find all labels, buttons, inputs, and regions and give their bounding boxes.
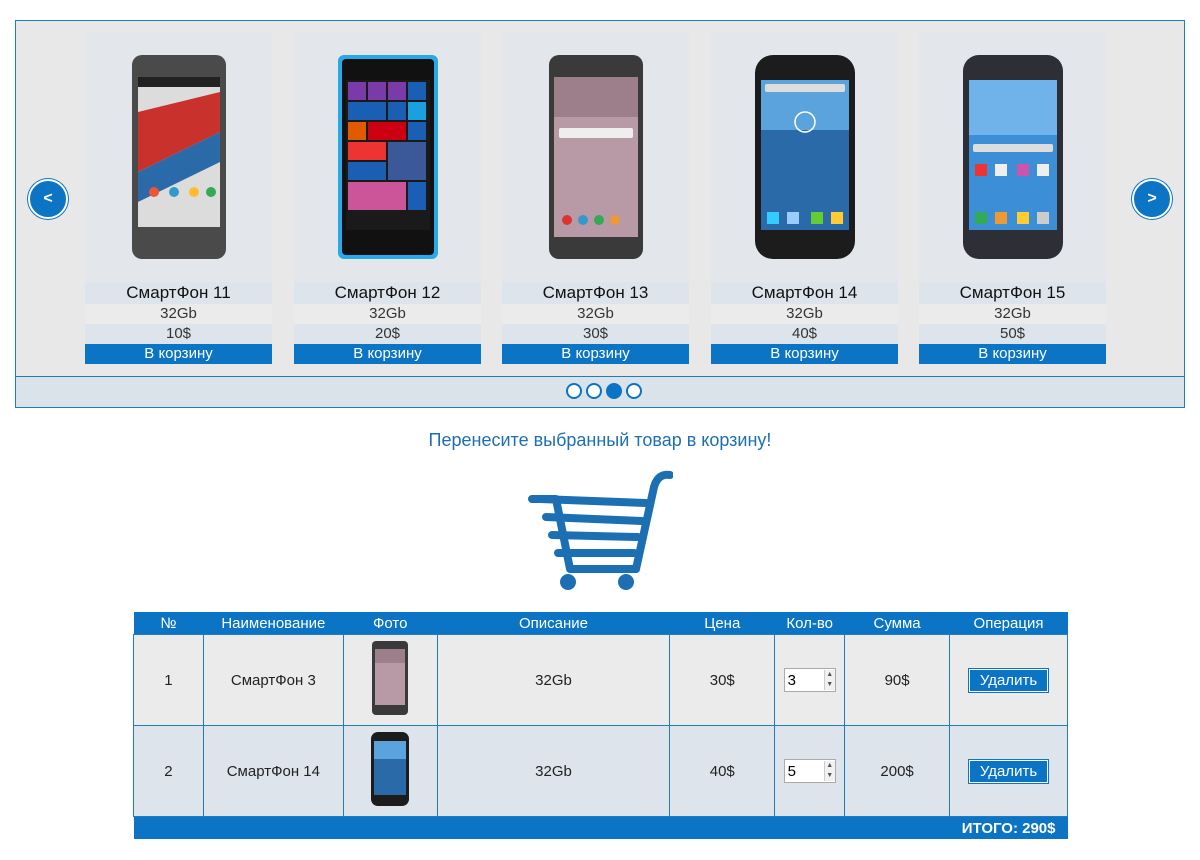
row-photo bbox=[342, 634, 438, 726]
header-quantity: Кол-во bbox=[774, 612, 845, 635]
product-memory: 32Gb bbox=[711, 304, 898, 324]
row-price: 30$ bbox=[669, 634, 776, 726]
product-photo bbox=[294, 32, 481, 282]
product-price: 20$ bbox=[294, 324, 481, 344]
product-name: СмартФон 13 bbox=[502, 282, 689, 304]
add-to-cart-button[interactable]: В корзину bbox=[294, 344, 481, 364]
add-to-cart-button[interactable]: В корзину bbox=[919, 344, 1106, 364]
quantity-input[interactable] bbox=[784, 670, 824, 690]
header-description: Описание bbox=[437, 612, 670, 635]
row-price: 40$ bbox=[669, 725, 776, 817]
product-photo bbox=[919, 32, 1106, 282]
add-to-cart-button[interactable]: В корзину bbox=[711, 344, 898, 364]
quantity-stepper[interactable]: ▲▼ bbox=[783, 759, 836, 783]
table-row: 2 СмартФон 14 32Gb 40$ ▲▼ 200$ Удалить bbox=[133, 725, 1068, 817]
product-price: 40$ bbox=[711, 324, 898, 344]
product-name: СмартФон 12 bbox=[294, 282, 481, 304]
carousel-dot[interactable] bbox=[586, 383, 602, 399]
add-to-cart-button[interactable]: В корзину bbox=[502, 344, 689, 364]
add-to-cart-button[interactable]: В корзину bbox=[85, 344, 272, 364]
up-arrow-icon[interactable]: ▲ bbox=[824, 761, 835, 771]
delete-button[interactable]: Удалить bbox=[968, 668, 1049, 692]
quantity-input[interactable] bbox=[784, 761, 824, 781]
header-name: Наименование bbox=[203, 612, 344, 635]
product-price: 10$ bbox=[85, 324, 272, 344]
delete-button[interactable]: Удалить bbox=[968, 759, 1049, 783]
carousel-slides: СмартФон 11 32Gb 10$ В корзину СмартФон … bbox=[16, 21, 1184, 377]
header-operation: Операция bbox=[949, 612, 1068, 635]
row-name: СмартФон 3 bbox=[202, 634, 344, 726]
cart-header-row: № Наименование Фото Описание Цена Кол-во… bbox=[133, 612, 1068, 635]
product-memory: 32Gb bbox=[294, 304, 481, 324]
product-name: СмартФон 15 bbox=[919, 282, 1106, 304]
quantity-spin[interactable]: ▲ ▼ bbox=[823, 761, 835, 781]
row-quantity: ▲▼ bbox=[774, 634, 846, 726]
header-photo: Фото bbox=[343, 612, 438, 635]
row-operation: Удалить bbox=[949, 725, 1068, 817]
product-memory: 32Gb bbox=[919, 304, 1106, 324]
carousel-next-button[interactable]: > bbox=[1132, 179, 1172, 219]
row-name: СмартФон 14 bbox=[202, 725, 344, 817]
quantity-stepper[interactable]: ▲▼ bbox=[783, 668, 836, 692]
row-number: 2 bbox=[133, 725, 204, 817]
header-sum: Сумма bbox=[844, 612, 950, 635]
row-quantity: ▲▼ bbox=[774, 725, 846, 817]
product-photo bbox=[85, 32, 272, 282]
down-arrow-icon[interactable]: ▼ bbox=[824, 771, 835, 781]
carousel-dot[interactable] bbox=[626, 383, 642, 399]
product-memory: 32Gb bbox=[85, 304, 272, 324]
cart-footer-row: ИТОГО: 290$ bbox=[133, 816, 1068, 839]
product-name: СмартФон 11 bbox=[85, 282, 272, 304]
carousel-prev-button[interactable]: < bbox=[28, 179, 68, 219]
product-card: СмартФон 15 32Gb 50$ В корзину bbox=[919, 32, 1106, 365]
product-memory: 32Gb bbox=[502, 304, 689, 324]
product-card: СмартФон 11 32Gb 10$ В корзину bbox=[85, 32, 272, 365]
up-arrow-icon[interactable]: ▲ bbox=[824, 670, 835, 680]
product-card: СмартФон 13 32Gb 30$ В корзину bbox=[502, 32, 689, 365]
cart-table: № Наименование Фото Описание Цена Кол-во… bbox=[133, 612, 1068, 839]
row-description: 32Gb bbox=[436, 725, 671, 817]
drag-hint: Перенесите выбранный товар в корзину! bbox=[428, 430, 772, 450]
row-sum: 90$ bbox=[844, 634, 951, 726]
row-photo bbox=[342, 725, 438, 817]
product-price: 30$ bbox=[502, 324, 689, 344]
carousel-pagination bbox=[16, 376, 1184, 407]
header-number: № bbox=[133, 612, 204, 635]
cart-total: ИТОГО: 290$ bbox=[133, 816, 1068, 839]
row-sum: 200$ bbox=[844, 725, 951, 817]
carousel-dot-active[interactable] bbox=[606, 383, 622, 399]
carousel-dot[interactable] bbox=[566, 383, 582, 399]
product-carousel: СмартФон 11 32Gb 10$ В корзину СмартФон … bbox=[15, 20, 1185, 408]
shopping-cart-icon[interactable] bbox=[528, 467, 674, 593]
down-arrow-icon[interactable]: ▼ bbox=[824, 680, 835, 690]
product-price: 50$ bbox=[919, 324, 1106, 344]
row-number: 1 bbox=[133, 634, 204, 726]
row-description: 32Gb bbox=[436, 634, 671, 726]
quantity-spin[interactable]: ▲ ▼ bbox=[823, 670, 835, 690]
row-operation: Удалить bbox=[949, 634, 1068, 726]
product-photo bbox=[711, 32, 898, 282]
product-name: СмартФон 14 bbox=[711, 282, 898, 304]
product-card: СмартФон 14 32Gb 40$ В корзину bbox=[711, 32, 898, 365]
carousel-dots bbox=[566, 383, 642, 399]
product-card: СмартФон 12 32Gb 20$ В корзину bbox=[294, 32, 481, 365]
table-row: 1 СмартФон 3 32Gb 30$ ▲▼ 90$ Удалить bbox=[133, 634, 1068, 726]
header-price: Цена bbox=[669, 612, 775, 635]
product-photo bbox=[502, 32, 689, 282]
